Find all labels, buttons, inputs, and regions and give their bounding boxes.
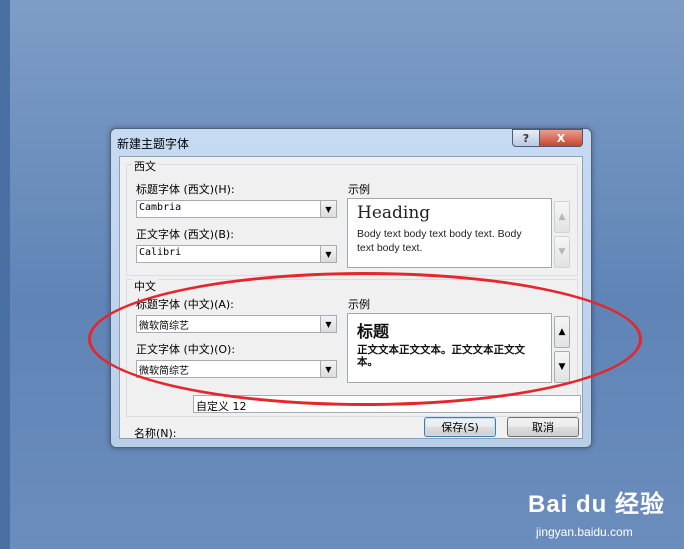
western-scroll-down-button[interactable]: ▼ bbox=[554, 236, 570, 268]
western-group-legend: 西文 bbox=[132, 158, 158, 174]
western-body-font-select[interactable]: Calibri ▼ bbox=[136, 245, 337, 263]
western-heading-font-select[interactable]: Cambria ▼ bbox=[136, 200, 337, 218]
asian-heading-font-select[interactable]: 微软简综艺 ▼ bbox=[136, 315, 337, 333]
chevron-up-icon: ▲ bbox=[558, 327, 566, 337]
western-body-font-label: 正文字体 (西文)(B): bbox=[136, 228, 234, 241]
help-icon: ? bbox=[522, 131, 530, 145]
asian-body-font-value: 微软简综艺 bbox=[139, 366, 189, 377]
western-heading-font-label: 标题字体 (西文)(H): bbox=[136, 183, 235, 196]
western-heading-font-value: Cambria bbox=[139, 202, 182, 213]
asian-sample-preview: 标题 正文文本正文文本。正文文本正文文本。 bbox=[347, 313, 552, 383]
western-sample-label: 示例 bbox=[348, 183, 370, 196]
chevron-down-icon: ▼ bbox=[558, 247, 566, 257]
chevron-down-icon[interactable]: ▼ bbox=[320, 316, 336, 332]
western-scroll-up-button[interactable]: ▲ bbox=[554, 201, 570, 233]
close-button[interactable]: X bbox=[539, 129, 583, 147]
asian-sample-label: 示例 bbox=[348, 298, 370, 311]
watermark-url: jingyan.baidu.com bbox=[536, 525, 633, 539]
western-sample-body: Body text body text body text. Body text… bbox=[357, 228, 522, 254]
desktop-edge bbox=[0, 0, 10, 549]
close-icon: X bbox=[556, 131, 566, 145]
watermark-logo: Bai du 经验 bbox=[528, 491, 666, 518]
chevron-down-icon[interactable]: ▼ bbox=[320, 361, 336, 377]
theme-name-input[interactable]: 自定义 12 bbox=[193, 395, 581, 413]
western-body-font-value: Calibri bbox=[139, 247, 182, 258]
western-sample-heading: Heading bbox=[357, 203, 431, 223]
chevron-down-icon[interactable]: ▼ bbox=[320, 201, 336, 217]
chevron-down-icon[interactable]: ▼ bbox=[320, 246, 336, 262]
asian-body-font-label: 正文字体 (中文)(O): bbox=[136, 343, 236, 356]
theme-name-value: 自定义 12 bbox=[196, 400, 247, 413]
western-sample-preview: Heading Body text body text body text. B… bbox=[347, 198, 552, 268]
asian-heading-font-label: 标题字体 (中文)(A): bbox=[136, 298, 234, 311]
asian-body-font-select[interactable]: 微软简综艺 ▼ bbox=[136, 360, 337, 378]
asian-scroll-down-button[interactable]: ▼ bbox=[554, 351, 570, 383]
name-label: 名称(N): bbox=[134, 427, 177, 440]
chevron-down-icon: ▼ bbox=[558, 362, 566, 372]
chevron-up-icon: ▲ bbox=[558, 212, 566, 222]
new-theme-fonts-dialog: 新建主题字体 ? X 西文 标题字体 (西文)(H): Cambria ▼ 正文… bbox=[110, 128, 592, 448]
asian-scroll-up-button[interactable]: ▲ bbox=[554, 316, 570, 348]
dialog-title: 新建主题字体 bbox=[117, 137, 190, 151]
asian-sample-heading: 标题 bbox=[357, 322, 390, 341]
asian-sample-body: 正文文本正文文本。正文文本正文文本。 bbox=[357, 344, 525, 368]
help-button[interactable]: ? bbox=[512, 129, 540, 147]
save-button[interactable]: 保存(S) bbox=[424, 417, 496, 437]
asian-heading-font-value: 微软简综艺 bbox=[139, 321, 189, 332]
cancel-button[interactable]: 取消 bbox=[507, 417, 579, 437]
asian-group-legend: 中文 bbox=[132, 278, 158, 294]
